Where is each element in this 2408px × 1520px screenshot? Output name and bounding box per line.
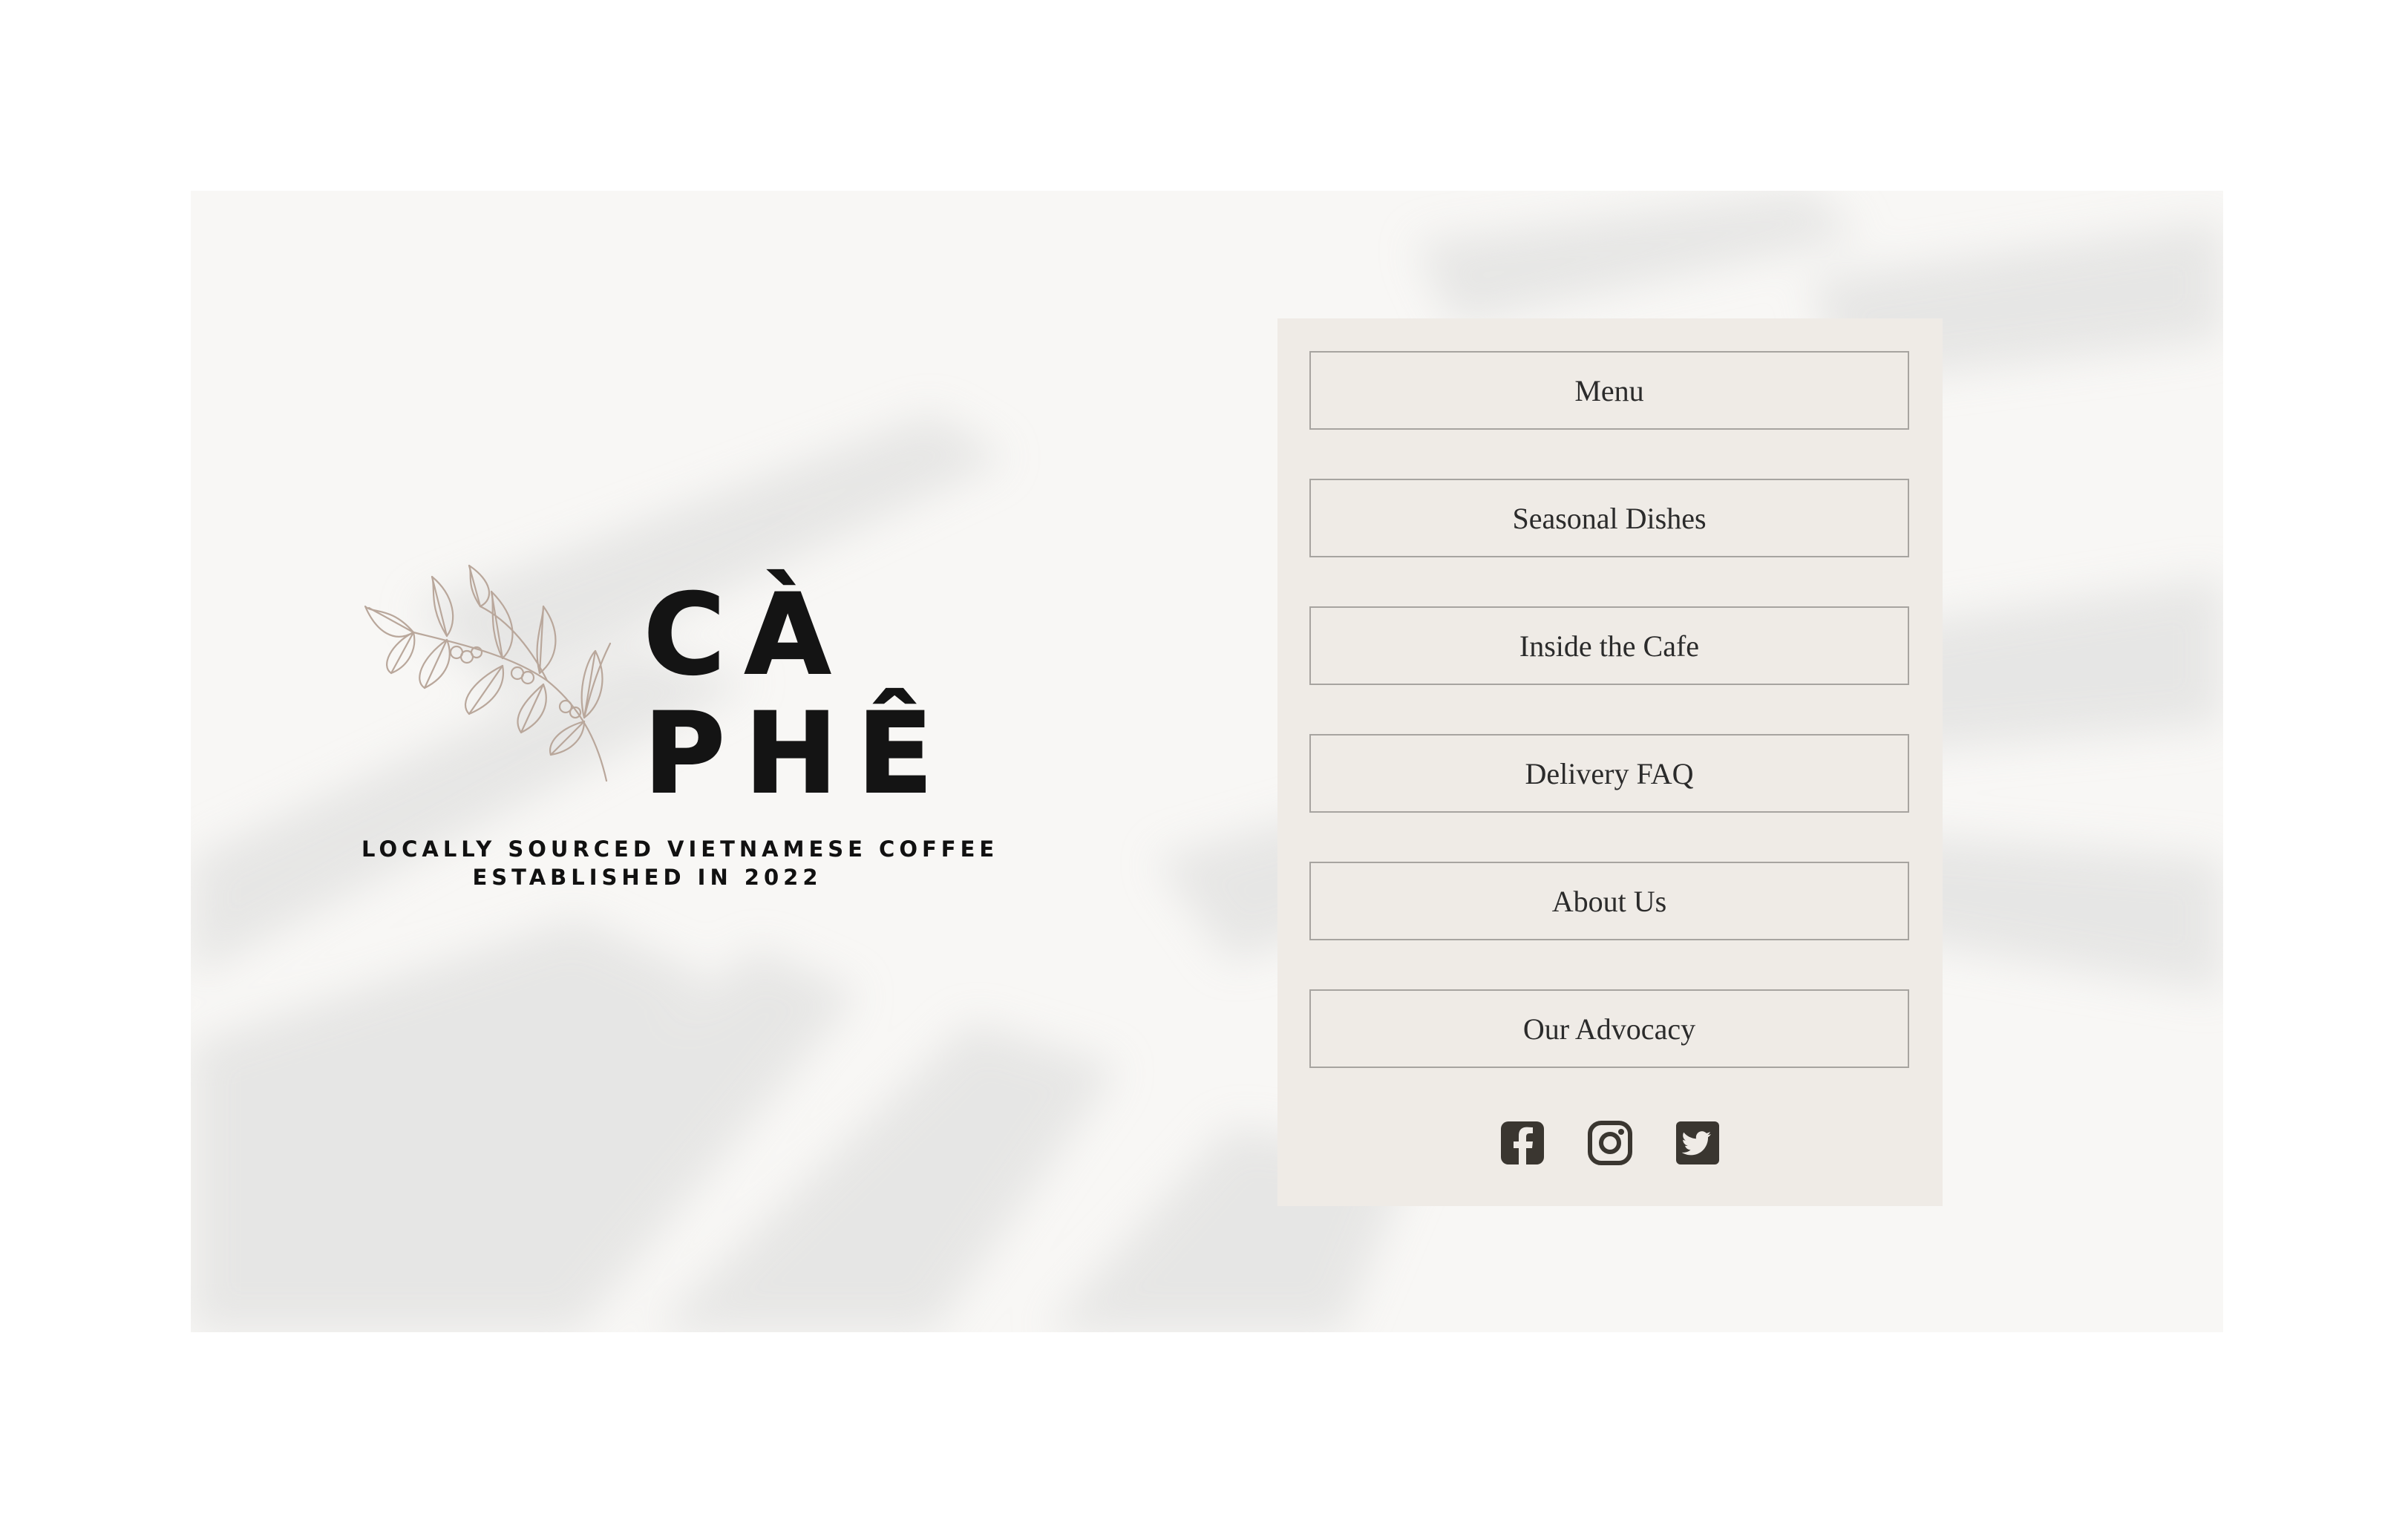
delivery-faq-button[interactable]: Delivery FAQ	[1309, 734, 1909, 813]
tagline-line1: LOCALLY SOURCED VIETNAMESE COFFEE	[361, 836, 999, 862]
social-links	[1277, 1120, 1943, 1173]
tagline-line2: ESTABLISHED IN 2022	[472, 865, 822, 890]
our-advocacy-button[interactable]: Our Advocacy	[1309, 989, 1909, 1068]
wordmark-line1: CÀ	[644, 570, 850, 700]
nav-panel: Menu Seasonal Dishes Inside the Cafe Del…	[1277, 318, 1943, 1206]
hero-card: CÀ PHÊ LOCALLY SOURCED VIETNAMESE COFFEE…	[191, 191, 2223, 1332]
inside-the-cafe-button[interactable]: Inside the Cafe	[1309, 606, 1909, 685]
tagline: LOCALLY SOURCED VIETNAMESE COFFEE ESTABL…	[361, 835, 999, 891]
about-us-button[interactable]: About Us	[1309, 862, 1909, 940]
instagram-icon[interactable]	[1587, 1120, 1633, 1166]
wordmark-line2: PHÊ	[644, 689, 940, 799]
facebook-icon[interactable]	[1499, 1120, 1545, 1166]
wordmark: CÀ PHÊ	[644, 569, 940, 799]
brand-logo: CÀ PHÊ LOCALLY SOURCED VIETNAMESE COFFEE…	[361, 562, 999, 903]
twitter-icon[interactable]	[1675, 1120, 1721, 1166]
coffee-branch-icon	[364, 564, 612, 782]
seasonal-dishes-button[interactable]: Seasonal Dishes	[1309, 479, 1909, 557]
menu-button[interactable]: Menu	[1309, 351, 1909, 430]
